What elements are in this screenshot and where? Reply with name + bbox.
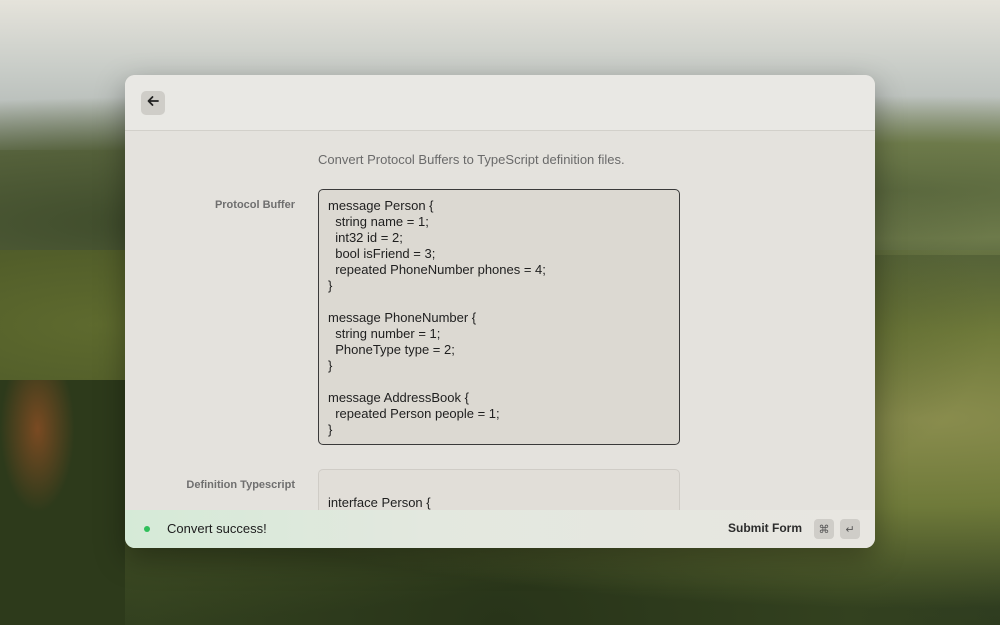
success-status-icon: [144, 526, 150, 532]
form-content: Convert Protocol Buffers to TypeScript d…: [125, 131, 875, 510]
back-button[interactable]: [141, 91, 165, 115]
submit-form-button[interactable]: Submit Form: [728, 521, 802, 535]
protocol-buffer-textarea[interactable]: message Person { string name = 1; int32 …: [318, 189, 680, 445]
definition-typescript-textarea[interactable]: interface Person { name: string; id: num…: [318, 469, 680, 510]
definition-typescript-value: interface Person { name: string; id: num…: [328, 495, 431, 510]
enter-key-icon: ↵: [840, 519, 860, 539]
window-topbar: [125, 75, 875, 131]
status-toast: Convert success!: [167, 521, 267, 536]
action-bar: Convert success! Submit Form ⌘ ↵: [125, 510, 875, 548]
raycast-window: Convert Protocol Buffers to TypeScript d…: [125, 75, 875, 548]
wallpaper-trees: [0, 380, 125, 625]
form-description: Convert Protocol Buffers to TypeScript d…: [318, 152, 625, 167]
command-key-icon: ⌘: [814, 519, 834, 539]
arrow-left-icon: [146, 94, 160, 113]
definition-typescript-label: Definition Typescript: [186, 479, 295, 491]
protocol-buffer-label: Protocol Buffer: [214, 199, 295, 211]
